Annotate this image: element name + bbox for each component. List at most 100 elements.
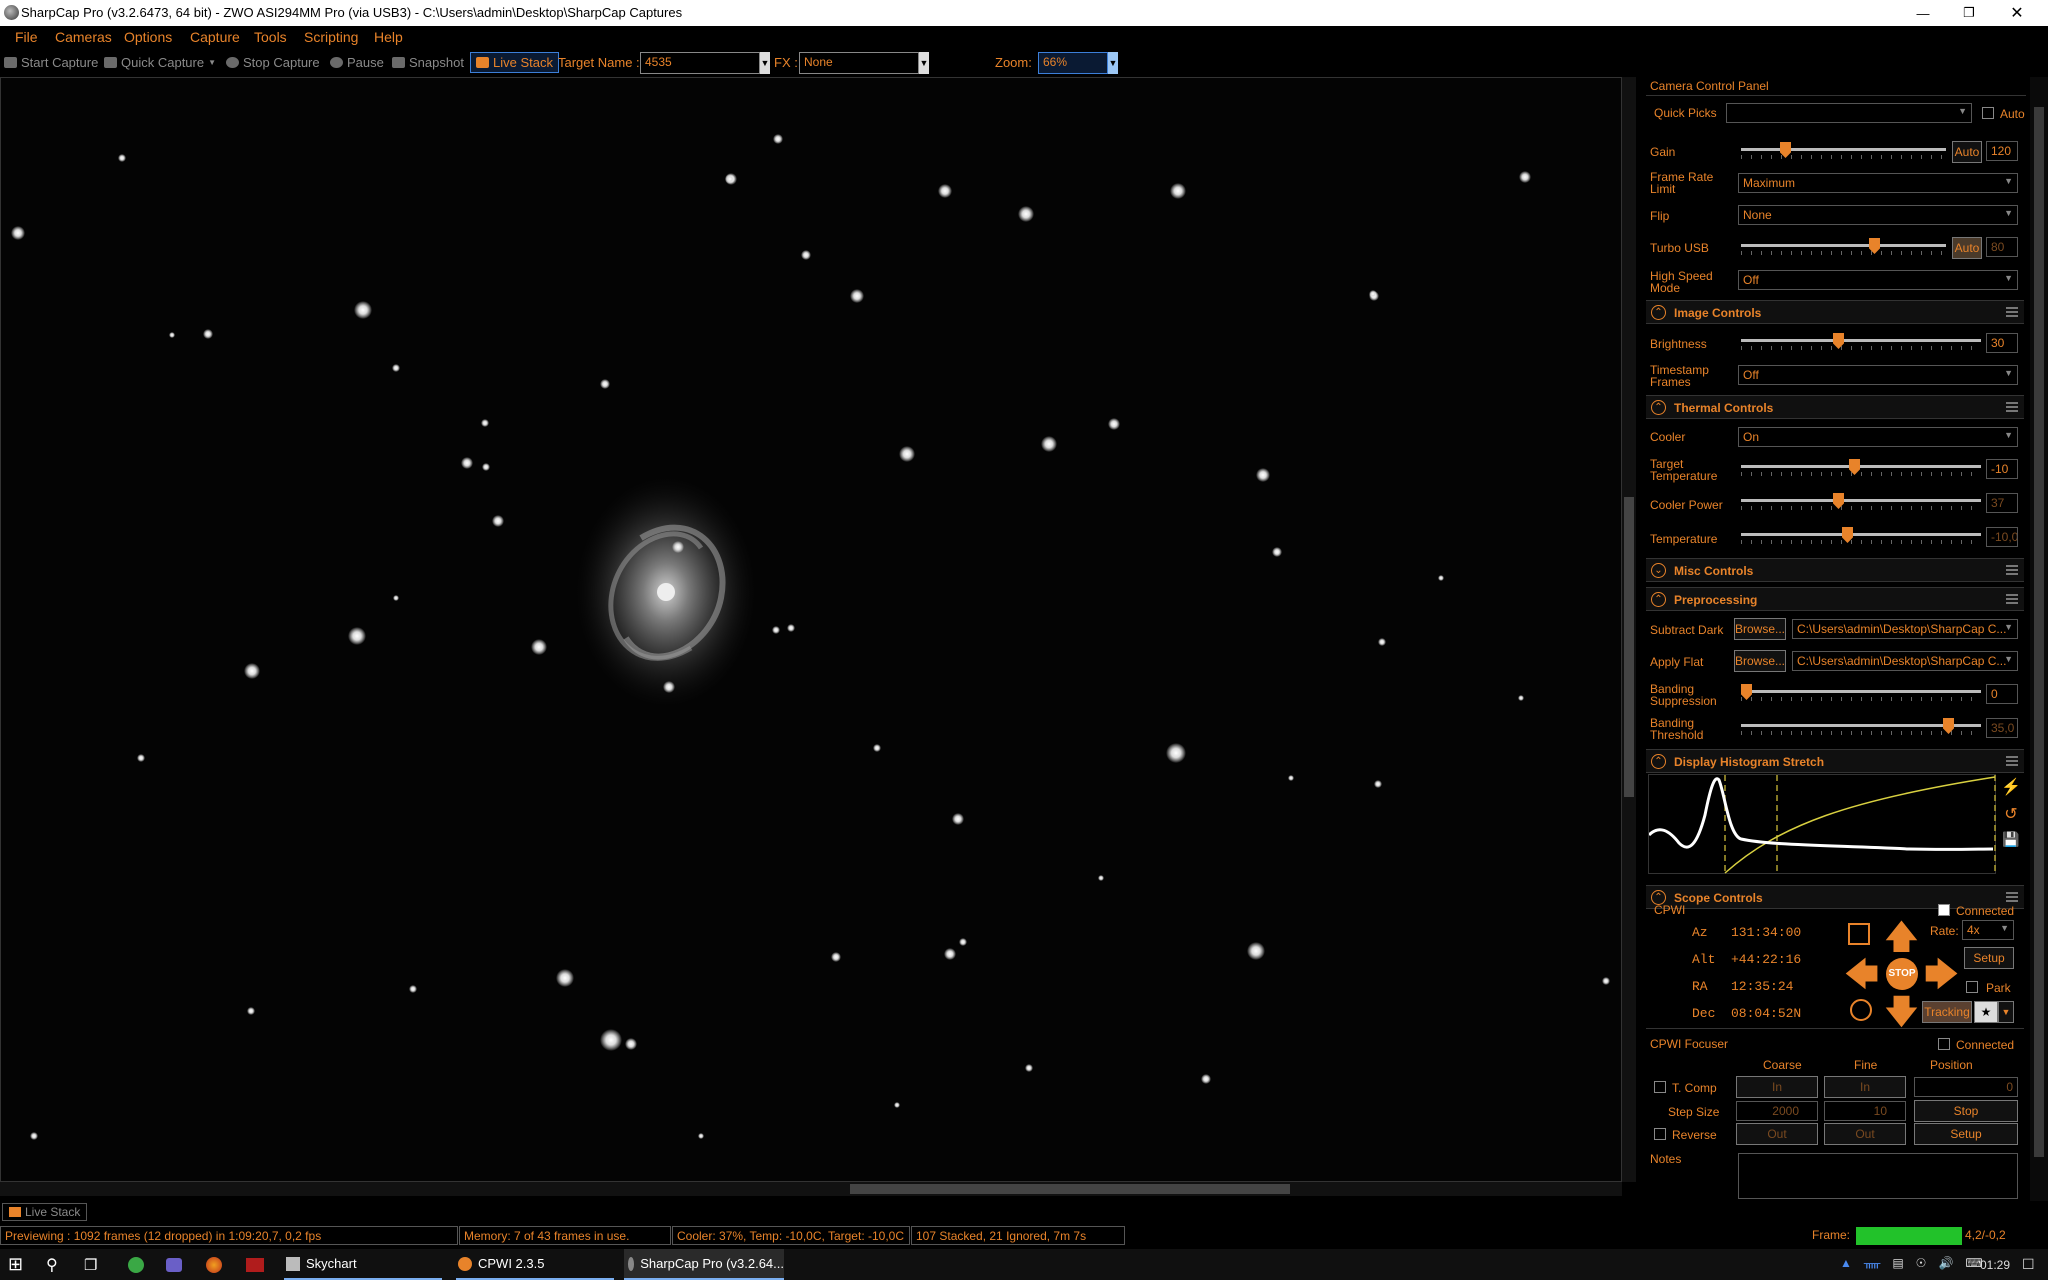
- taskbar-sharpcap[interactable]: SharpCap Pro (v3.2.64...: [624, 1249, 784, 1280]
- notification-icon[interactable]: ☐: [2022, 1256, 2035, 1273]
- thermal-controls-header[interactable]: ⌃ Thermal Controls: [1646, 395, 2024, 419]
- stop-capture-button[interactable]: Stop Capture: [226, 55, 320, 70]
- fine-step-input[interactable]: 10: [1824, 1101, 1906, 1121]
- zoom-select[interactable]: 66%: [1038, 52, 1108, 74]
- save-icon[interactable]: 💾: [2000, 831, 2022, 853]
- vertical-scrollbar[interactable]: [1622, 77, 1636, 1182]
- bluetooth-icon[interactable]: ᚅ: [1864, 1256, 1880, 1270]
- windows-start-icon[interactable]: ⊞: [8, 1249, 23, 1280]
- turbo-usb-value[interactable]: 80: [1986, 237, 2018, 257]
- focuser-setup-button[interactable]: Setup: [1914, 1123, 2018, 1145]
- image-controls-header[interactable]: ⌃ Image Controls: [1646, 300, 2024, 324]
- stop-button[interactable]: STOP: [1886, 958, 1918, 990]
- scope-connected-checkbox[interactable]: [1938, 904, 1950, 916]
- tracking-dropdown[interactable]: ▼: [1998, 1001, 2014, 1023]
- quick-capture-button[interactable]: Quick Capture ▼: [104, 55, 216, 70]
- target-temperature-value[interactable]: -10: [1986, 459, 2018, 479]
- panel-scroll-thumb[interactable]: [2034, 107, 2044, 1157]
- rate-select[interactable]: 4x ▼: [1962, 920, 2014, 940]
- south-arrow-button[interactable]: 🡇: [1884, 995, 1919, 1029]
- section-menu-icon[interactable]: [2006, 594, 2018, 604]
- menu-capture[interactable]: Capture: [190, 29, 240, 45]
- target-name-input[interactable]: 4535: [640, 52, 760, 74]
- timestamp-select[interactable]: Off ▼: [1738, 365, 2018, 385]
- misc-controls-header[interactable]: ⌄ Misc Controls: [1646, 558, 2024, 582]
- turbo-usb-slider[interactable]: [1741, 238, 1946, 258]
- west-arrow-button[interactable]: 🡄: [1844, 958, 1879, 992]
- banding-suppression-slider[interactable]: [1741, 684, 1981, 704]
- menu-options[interactable]: Options: [124, 29, 172, 45]
- collapse-icon[interactable]: ⌃: [1651, 305, 1666, 320]
- expand-icon[interactable]: ⌄: [1651, 563, 1666, 578]
- dark-file-select[interactable]: C:\Users\admin\Desktop\SharpCap C... ▼: [1792, 619, 2018, 639]
- focuser-stop-button[interactable]: Stop: [1914, 1100, 2018, 1122]
- section-menu-icon[interactable]: [2006, 402, 2018, 412]
- pause-button[interactable]: Pause: [330, 55, 384, 70]
- volume-icon[interactable]: 🔊: [1938, 1256, 1953, 1270]
- slew-mode-icon[interactable]: [1848, 923, 1870, 945]
- firefox-icon[interactable]: [206, 1256, 222, 1273]
- menu-cameras[interactable]: Cameras: [55, 29, 112, 45]
- fine-out-button[interactable]: Out: [1824, 1123, 1906, 1145]
- park-checkbox[interactable]: [1966, 981, 1978, 993]
- quick-picks-select[interactable]: ▼: [1726, 103, 1972, 123]
- menu-help[interactable]: Help: [374, 29, 403, 45]
- task-view-icon[interactable]: ❐: [84, 1249, 97, 1280]
- start-capture-button[interactable]: Start Capture: [4, 55, 98, 70]
- cooler-power-slider[interactable]: [1741, 493, 1981, 513]
- camera-image-viewport[interactable]: [0, 77, 1622, 1182]
- close-button[interactable]: ✕: [1994, 0, 2040, 26]
- target-temperature-slider[interactable]: [1741, 459, 1981, 479]
- auto-stretch-icon[interactable]: ⚡: [2000, 777, 2022, 799]
- high-speed-select[interactable]: Off ▼: [1738, 270, 2018, 290]
- restore-button[interactable]: ❐: [1946, 0, 1992, 26]
- collapse-icon[interactable]: ⌃: [1651, 592, 1666, 607]
- reset-icon[interactable]: ↺: [2000, 804, 2022, 826]
- search-icon[interactable]: ⚲: [46, 1249, 58, 1280]
- focuser-connected-checkbox[interactable]: [1938, 1038, 1950, 1050]
- horizontal-scrollbar[interactable]: [0, 1182, 1622, 1196]
- gain-slider[interactable]: [1741, 142, 1946, 162]
- home-icon[interactable]: [1850, 999, 1872, 1021]
- brightness-value[interactable]: 30: [1986, 333, 2018, 353]
- network-icon[interactable]: ▤: [1892, 1256, 1903, 1270]
- menu-tools[interactable]: Tools: [254, 29, 287, 45]
- target-name-dropdown[interactable]: ▼: [760, 52, 770, 74]
- reverse-checkbox[interactable]: [1654, 1128, 1666, 1140]
- collapse-icon[interactable]: ⌃: [1651, 754, 1666, 769]
- banding-suppression-value[interactable]: 0: [1986, 684, 2018, 704]
- preprocessing-header[interactable]: ⌃ Preprocessing: [1646, 587, 2024, 611]
- section-menu-icon[interactable]: [2006, 756, 2018, 766]
- globe-icon[interactable]: ☉: [1916, 1256, 1927, 1270]
- gain-value[interactable]: 120: [1986, 141, 2018, 161]
- flat-file-select[interactable]: C:\Users\admin\Desktop\SharpCap C... ▼: [1792, 651, 2018, 671]
- section-menu-icon[interactable]: [2006, 565, 2018, 575]
- clock[interactable]: 01:29: [1980, 1258, 2010, 1272]
- turbo-usb-auto-button[interactable]: Auto: [1952, 237, 1982, 259]
- frame-rate-select[interactable]: Maximum ▼: [1738, 173, 2018, 193]
- coarse-step-input[interactable]: 2000: [1736, 1101, 1818, 1121]
- minimize-button[interactable]: —: [1900, 0, 1946, 26]
- auto-checkbox[interactable]: [1982, 107, 1994, 119]
- app-purple-icon[interactable]: [166, 1257, 182, 1272]
- flat-browse-button[interactable]: Browse...: [1734, 650, 1786, 672]
- tcomp-checkbox[interactable]: [1654, 1081, 1666, 1093]
- fine-in-button[interactable]: In: [1824, 1076, 1906, 1098]
- menu-scripting[interactable]: Scripting: [304, 29, 358, 45]
- vertical-scroll-thumb[interactable]: [1624, 497, 1634, 797]
- app-green-icon[interactable]: [128, 1256, 144, 1273]
- tracking-star-icon[interactable]: ★: [1974, 1001, 1998, 1023]
- tracking-button[interactable]: Tracking: [1922, 1001, 1972, 1023]
- zoom-dropdown[interactable]: ▼: [1108, 52, 1118, 74]
- banding-threshold-slider[interactable]: [1741, 718, 1981, 738]
- notes-input[interactable]: [1738, 1153, 2018, 1199]
- collapse-icon[interactable]: ⌃: [1651, 400, 1666, 415]
- banding-threshold-value[interactable]: 35,0: [1986, 718, 2018, 738]
- gain-auto-button[interactable]: Auto: [1952, 141, 1982, 163]
- asi-icon[interactable]: [246, 1257, 264, 1272]
- cooler-select[interactable]: On ▼: [1738, 427, 2018, 447]
- north-arrow-button[interactable]: 🡅: [1884, 920, 1919, 954]
- east-arrow-button[interactable]: 🡆: [1924, 958, 1959, 992]
- section-menu-icon[interactable]: [2006, 307, 2018, 317]
- coarse-in-button[interactable]: In: [1736, 1076, 1818, 1098]
